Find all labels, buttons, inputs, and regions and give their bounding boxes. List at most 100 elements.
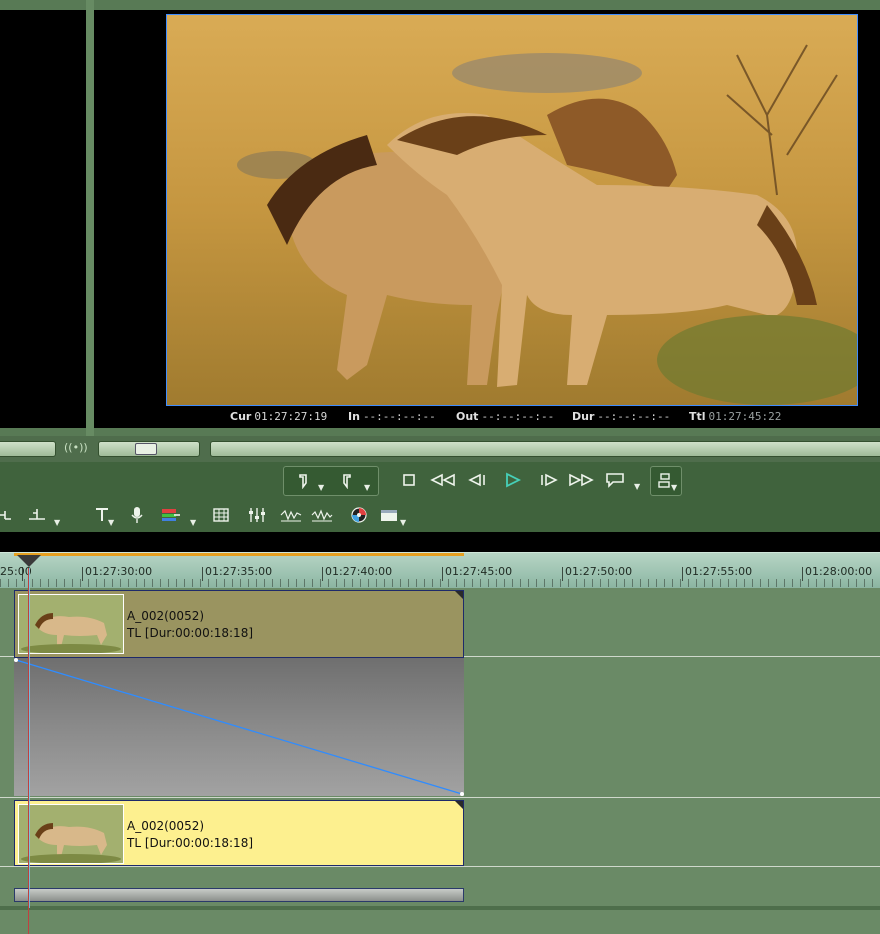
clip-name: A_002(0052) bbox=[127, 819, 205, 833]
source-scrub-bar[interactable] bbox=[0, 441, 56, 457]
ruler-major-tick bbox=[562, 567, 563, 581]
add-cut-dropdown-icon[interactable]: ▼ bbox=[54, 518, 60, 527]
timeline-scroll-edge[interactable] bbox=[0, 906, 880, 910]
voiceover-button[interactable] bbox=[126, 504, 148, 526]
window-icon bbox=[381, 510, 397, 521]
rewind-button[interactable] bbox=[428, 466, 458, 494]
source-monitor[interactable] bbox=[0, 10, 86, 428]
ruler-label: 01:28:00:00 bbox=[805, 565, 873, 578]
ruler-major-tick bbox=[442, 567, 443, 581]
in-timecode: In --:--:--:-- bbox=[348, 410, 436, 423]
mark-in-button[interactable] bbox=[288, 467, 318, 495]
ruler-label: 01:27:35:00 bbox=[205, 565, 273, 578]
transport-controls: ▼ bbox=[394, 466, 646, 494]
play-icon bbox=[506, 472, 522, 488]
transition-mix-region[interactable] bbox=[14, 658, 464, 796]
step-forward-button[interactable] bbox=[534, 466, 564, 494]
color-wheel-icon bbox=[351, 507, 367, 523]
timeline-ruler[interactable]: 25:00 01:27:30:00 01:27:35:00 01:27:40:0… bbox=[0, 552, 880, 589]
audio-scrub-button[interactable] bbox=[311, 504, 333, 526]
clip-end-marker bbox=[455, 591, 463, 599]
ruler-label: 01:27:45:00 bbox=[445, 565, 513, 578]
step-forward-icon bbox=[541, 473, 558, 487]
jog-slider[interactable] bbox=[98, 441, 200, 457]
step-back-button[interactable] bbox=[462, 466, 492, 494]
mixer-split-button[interactable] bbox=[0, 504, 16, 526]
clip-thumbnail bbox=[18, 594, 124, 654]
color-correction-button[interactable] bbox=[348, 504, 370, 526]
playhead-handle[interactable] bbox=[17, 555, 41, 567]
ruler-major-tick bbox=[202, 567, 203, 581]
audio-wave-icon bbox=[311, 509, 333, 522]
monitor-area: Cur 01:27:27:19 In --:--:--:-- Out --:--:--… bbox=[0, 0, 880, 436]
waveform-icon bbox=[280, 509, 302, 522]
current-timecode: Cur 01:27:27:19 bbox=[230, 410, 328, 423]
mark-in-dropdown-icon[interactable]: ▼ bbox=[318, 483, 324, 492]
position-slider[interactable] bbox=[210, 441, 880, 457]
fast-forward-button[interactable] bbox=[566, 466, 596, 494]
loop-button[interactable] bbox=[600, 466, 630, 494]
clip-display-button[interactable] bbox=[378, 504, 400, 526]
video-preview bbox=[166, 14, 858, 406]
ruler-major-tick bbox=[82, 567, 83, 581]
stop-icon bbox=[403, 474, 415, 486]
mixer-sliders-icon bbox=[249, 508, 265, 522]
clip-duration: TL [Dur:00:00:18:18] bbox=[127, 626, 254, 640]
add-cut-icon bbox=[29, 509, 45, 520]
total-timecode: Ttl 01:27:45:22 bbox=[689, 410, 782, 423]
title-dropdown-icon[interactable]: ▼ bbox=[108, 518, 114, 527]
horses-frame-image bbox=[167, 15, 857, 405]
track-divider bbox=[0, 866, 880, 867]
rubber-band-point-end[interactable] bbox=[460, 792, 464, 796]
ruler-label: 01:27:55:00 bbox=[685, 565, 753, 578]
microphone-icon bbox=[131, 507, 143, 523]
audio-sync-icon[interactable]: ((•)) bbox=[64, 439, 88, 457]
duration-timecode: Dur --:--:--:-- bbox=[572, 410, 671, 423]
mark-out-dropdown-icon[interactable]: ▼ bbox=[364, 483, 370, 492]
slider-row: ((•)) bbox=[0, 436, 880, 462]
ruler-major-tick bbox=[802, 567, 803, 581]
stop-button[interactable] bbox=[394, 466, 424, 494]
loop-dropdown-icon[interactable]: ▼ bbox=[634, 482, 640, 491]
table-view-button[interactable] bbox=[210, 504, 232, 526]
audio-clip[interactable]: A_002(0052) TL [Dur:00:00:18:18] bbox=[14, 800, 464, 866]
step-back-icon bbox=[468, 473, 485, 487]
track-divider bbox=[0, 797, 880, 798]
clip-thumbnail bbox=[18, 804, 124, 864]
timeline-cursor-highlight bbox=[29, 568, 30, 908]
play-button[interactable] bbox=[498, 466, 528, 494]
horse-thumbnail-image bbox=[19, 595, 123, 653]
ruler-label: 01:27:30:00 bbox=[85, 565, 153, 578]
timecode-bar: Cur 01:27:27:19 In --:--:--:-- Out --:--:--… bbox=[226, 410, 826, 426]
render-range-bar bbox=[14, 553, 464, 556]
rewind-icon bbox=[430, 473, 455, 487]
fast-forward-icon bbox=[569, 473, 594, 487]
monitor-divider[interactable] bbox=[86, 0, 94, 436]
toolbar-separator bbox=[0, 532, 880, 552]
clip-end-marker bbox=[455, 801, 463, 809]
clip-duration: TL [Dur:00:00:18:18] bbox=[127, 836, 254, 850]
ruler-label: 01:27:50:00 bbox=[565, 565, 633, 578]
ruler-major-tick bbox=[682, 567, 683, 581]
mark-out-button[interactable] bbox=[332, 467, 362, 495]
marker-button-group: ▼ ▼ bbox=[283, 466, 379, 496]
rubber-band-line[interactable] bbox=[14, 658, 464, 796]
video-clip[interactable]: A_002(0052) TL [Dur:00:00:18:18] bbox=[14, 590, 464, 658]
add-cut-button[interactable] bbox=[26, 504, 48, 526]
ruler-minor-ticks bbox=[0, 579, 880, 587]
options-dropdown-icon[interactable]: ▼ bbox=[671, 483, 677, 492]
out-timecode: Out --:--:--:-- bbox=[456, 410, 555, 423]
clip-display-dropdown-icon[interactable]: ▼ bbox=[400, 518, 406, 527]
rubber-band-point-start[interactable] bbox=[14, 658, 18, 662]
timeline-tracks: A_002(0052) TL [Dur:00:00:18:18] A_002(0… bbox=[0, 588, 880, 934]
ruler-major-tick bbox=[322, 567, 323, 581]
playback-control-row: ▼ ▼ ▼ ▼ bbox=[0, 462, 880, 498]
export-dropdown-icon[interactable]: ▼ bbox=[190, 518, 196, 527]
waveform-button[interactable] bbox=[280, 504, 302, 526]
lower-track-clip[interactable] bbox=[14, 888, 464, 902]
split-icon bbox=[0, 511, 11, 520]
horse-thumbnail-image bbox=[19, 805, 123, 863]
audio-mixer-button[interactable] bbox=[246, 504, 268, 526]
jog-slider-thumb[interactable] bbox=[135, 443, 157, 455]
export-button[interactable] bbox=[160, 504, 182, 526]
